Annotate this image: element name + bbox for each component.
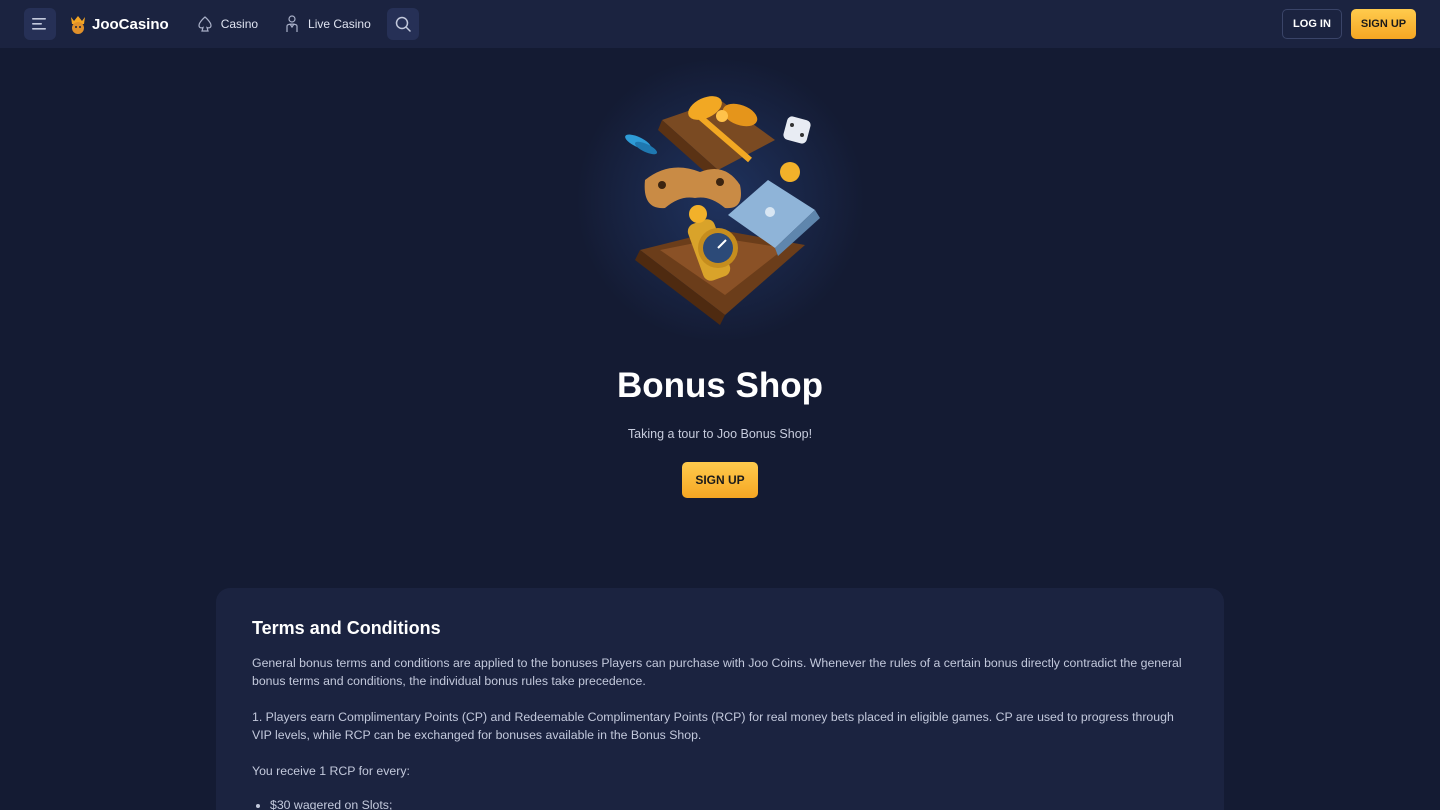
nav-item-casino[interactable]: Casino <box>197 16 258 32</box>
header-actions: LOG IN SIGN UP <box>1282 9 1416 39</box>
joocasino-logo[interactable]: JooCasino <box>68 13 169 35</box>
main-nav: Casino Live Casino <box>197 15 371 33</box>
page-subtitle: Taking a tour to Joo Bonus Shop! <box>627 427 813 441</box>
terms-paragraph: You receive 1 RCP for every: <box>252 764 410 778</box>
bonus-gift-illustration <box>625 96 820 325</box>
logo-mascot-icon <box>71 16 85 34</box>
terms-paragraph: General bonus terms and conditions are a… <box>252 656 1182 688</box>
logo-text: JooCasino <box>92 15 169 33</box>
terms-paragraph: 1. Players earn Complimentary Points (CP… <box>252 710 1174 742</box>
terms-list-item: $30 wagered on Slots; <box>270 798 1188 810</box>
search-button[interactable] <box>386 8 419 40</box>
terms-title: Terms and Conditions <box>252 618 441 638</box>
page-title: Bonus Shop <box>616 366 824 405</box>
top-header: JooCasino Casino Live Casino LOG IN SIGN… <box>0 0 1440 48</box>
search-icon <box>395 16 411 32</box>
spade-icon <box>198 16 212 32</box>
nav-label-casino: Casino <box>220 17 259 31</box>
menu-button[interactable] <box>24 8 56 40</box>
hamburger-icon <box>32 18 46 30</box>
hero-signup-button[interactable]: SIGN UP <box>682 462 758 498</box>
terms-card: Terms and Conditions General bonus terms… <box>216 588 1224 810</box>
login-button[interactable]: LOG IN <box>1282 9 1342 39</box>
nav-label-live-casino: Live Casino <box>308 17 371 31</box>
dealer-icon <box>286 15 298 32</box>
header-signup-button[interactable]: SIGN UP <box>1351 9 1416 39</box>
nav-item-live-casino[interactable]: Live Casino <box>284 15 371 33</box>
terms-list: $30 wagered on Slots; <box>252 798 1188 810</box>
